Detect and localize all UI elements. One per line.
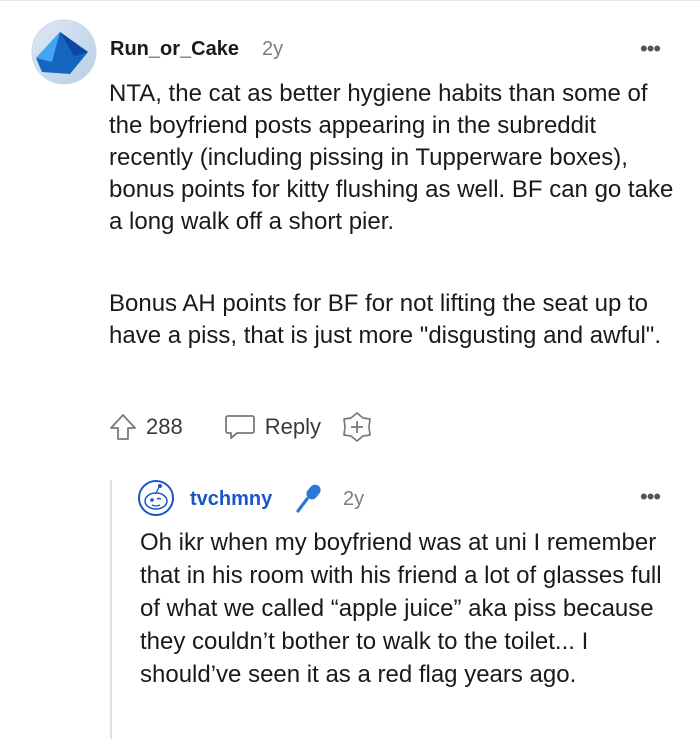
award-plus-icon[interactable] xyxy=(341,411,373,443)
microphone-icon xyxy=(296,484,321,513)
reply-body: Oh ikr when my boyfriend was at uni I re… xyxy=(140,529,662,688)
snoo-avatar[interactable] xyxy=(138,480,174,516)
speech-bubble-icon xyxy=(224,415,255,439)
more-options-icon[interactable]: ••• xyxy=(640,484,661,510)
more-options-icon[interactable]: ••• xyxy=(640,36,661,62)
comment-author[interactable]: Run_or_Cake xyxy=(110,38,239,61)
reply-author[interactable]: tvchmny xyxy=(190,488,272,511)
vote-count: 288 xyxy=(146,414,183,439)
thread-line[interactable] xyxy=(110,480,112,739)
reply-timestamp: 2y xyxy=(343,488,365,510)
upvote-arrow-icon[interactable] xyxy=(108,412,138,442)
reply-button[interactable]: Reply xyxy=(223,412,341,442)
user-avatar[interactable] xyxy=(30,18,98,86)
comment-body-paragraph-1: NTA, the cat as better hygiene habits th… xyxy=(109,80,674,235)
reply-label: Reply xyxy=(264,414,321,439)
comment-body-paragraph-2: Bonus AH points for BF for not lifting t… xyxy=(109,290,661,349)
comment-actions: 288 Reply xyxy=(108,410,373,444)
top-divider xyxy=(0,0,700,1)
comment-timestamp: 2y xyxy=(262,38,284,60)
